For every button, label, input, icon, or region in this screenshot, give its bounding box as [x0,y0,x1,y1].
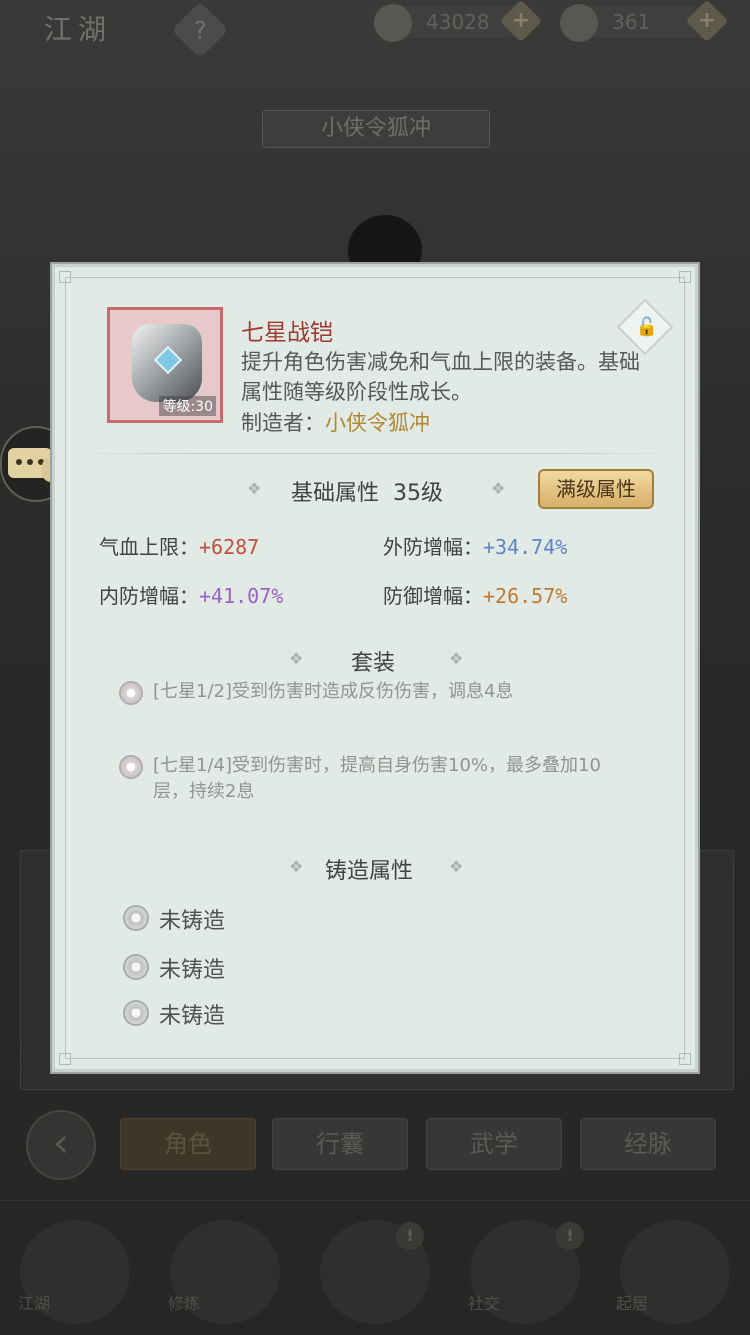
item-maker: 制造者：小侠令狐冲 [241,407,430,437]
stat-hp: 气血上限：+6287 [99,535,260,559]
character-name-banner: 小侠令狐冲 [262,110,490,148]
diamond-ornament-icon: ❖ [449,649,464,668]
add-silver-button[interactable]: + [685,0,729,43]
tab-bag[interactable]: 行囊 [272,1118,408,1170]
tab-martial[interactable]: 武学 [426,1118,562,1170]
forge-slot-icon [123,954,149,980]
ingot-icon [560,4,598,42]
maker-name: 小侠令狐冲 [325,411,430,435]
item-description: 提升角色伤害减免和气血上限的装备。基础属性随等级阶段性成长。 [241,350,640,404]
forge-title: 铸造属性 [325,859,414,884]
stat-defense: 防御增幅：+26.57% [383,584,568,608]
copper-amount: 43028 [426,10,490,34]
base-attr-title: 基础属性 35级 [291,481,444,506]
back-button[interactable]: ‹ [26,1110,96,1180]
item-name: 七星战铠 [241,320,333,346]
plus-icon: + [511,8,531,33]
forge-slot: 未铸造 [159,958,226,983]
equipment-level: 等级:30 [159,396,216,416]
max-level-attr-button[interactable]: 满级属性 [538,469,654,509]
alert-icon: ! [556,1222,584,1250]
diamond-ornament-icon: ❖ [247,479,262,498]
equipment-detail-modal: 等级:30 🔓 七星战铠 提升角色伤害减免和气血上限的装备。基础属性随等级阶段性… [52,264,698,1072]
maker-label: 制造者： [241,411,325,435]
forge-slot-icon [123,905,149,931]
nav-label: 江湖 [18,1294,51,1313]
set-effect: [七星1/4]受到伤害时，提高自身伤害10%，最多叠加10层，持续2息 [153,755,601,802]
tab-character[interactable]: 角色 [120,1118,256,1170]
add-copper-button[interactable]: + [499,0,543,43]
divider [69,453,681,454]
nav-label: 社交 [468,1294,501,1313]
nav-label: 修炼 [168,1294,201,1313]
help-icon: ? [193,16,207,44]
stat-inner-def: 内防增幅：+41.07% [99,584,284,608]
set-flower-icon [119,755,143,779]
tab-meridian[interactable]: 经脉 [580,1118,716,1170]
alert-icon: ! [396,1222,424,1250]
diamond-ornament-icon: ❖ [491,479,506,498]
equipment-icon: 等级:30 [107,307,223,423]
base-attr-level: 35级 [393,481,444,506]
forge-slot: 未铸造 [159,1004,226,1029]
top-bar: 江湖 ? 43028 + 361 + [0,0,750,60]
chevron-left-icon: ‹ [53,1120,69,1166]
nav-label: 起居 [616,1294,649,1313]
forge-slot: 未铸造 [159,909,226,934]
diamond-ornament-icon: ❖ [289,649,304,668]
stat-outer-def: 外防增幅：+34.74% [383,535,568,559]
forge-slot-icon [123,1000,149,1026]
scene-title: 江湖 [44,13,113,46]
diamond-ornament-icon: ❖ [449,857,464,876]
plus-icon: + [697,8,717,33]
set-title: 套装 [351,651,396,676]
silver-currency: 361 + [560,0,729,43]
unlock-icon: 🔓 [635,316,659,338]
set-effect: [七星1/2]受到伤害时造成反伤伤害，调息4息 [153,681,514,702]
diamond-ornament-icon: ❖ [289,857,304,876]
copper-currency: 43028 + [374,0,543,43]
silver-amount: 361 [612,10,651,34]
set-flower-icon [119,681,143,705]
help-button[interactable]: ? [171,1,229,59]
coin-icon [374,4,412,42]
